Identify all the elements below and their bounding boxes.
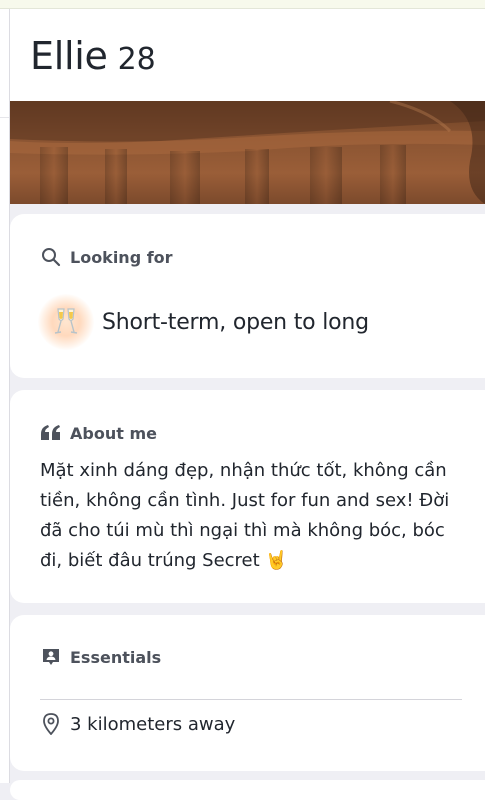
profile-header: Ellie 28	[10, 9, 485, 101]
looking-for-header: Looking for	[40, 246, 173, 268]
about-me-header: About me	[40, 422, 157, 444]
essentials-header: Essentials	[40, 646, 161, 668]
distance-row: 3 kilometers away	[40, 713, 235, 735]
champagne-glasses-emoji	[38, 294, 94, 350]
profile-age: 28	[117, 42, 156, 77]
looking-for-card: Looking for Short-term, open to long	[10, 214, 485, 378]
profile-card-icon	[40, 646, 62, 668]
search-icon	[40, 246, 62, 268]
essentials-card: Essentials 3 kilometers away	[10, 615, 485, 771]
browser-top-strip	[0, 0, 485, 9]
essentials-heading: Essentials	[70, 647, 162, 667]
profile-name: Ellie	[30, 34, 108, 78]
essentials-divider	[40, 699, 462, 700]
next-card	[10, 780, 485, 800]
looking-for-value-row: Short-term, open to long	[38, 294, 369, 350]
name-age-row: Ellie 28	[30, 34, 156, 78]
about-me-text: Mặt xinh dáng đẹp, nhận thức tốt, không …	[40, 460, 450, 571]
distance-text: 3 kilometers away	[70, 713, 236, 735]
looking-for-heading: Looking for	[70, 247, 173, 267]
quote-icon	[40, 422, 62, 444]
photo-fabric	[10, 101, 485, 204]
about-me-card: About me Mặt xinh dáng đẹp, nhận thức tố…	[10, 390, 485, 603]
location-pin-icon	[40, 713, 62, 735]
about-me-heading: About me	[70, 423, 157, 443]
profile-photo[interactable]	[10, 101, 485, 204]
looking-for-value: Short-term, open to long	[102, 309, 369, 335]
